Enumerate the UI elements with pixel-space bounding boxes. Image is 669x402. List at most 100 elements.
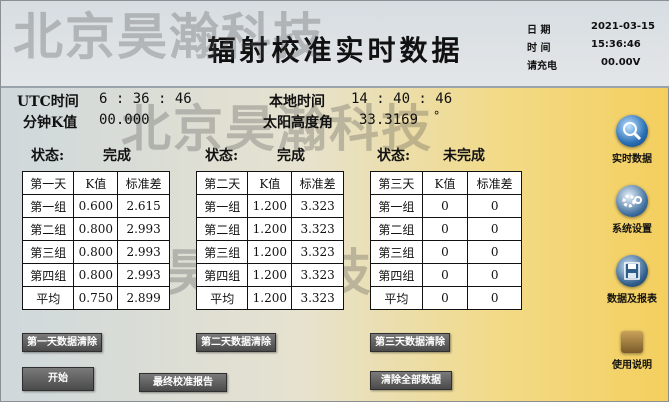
table-cell: 0 <box>467 286 522 310</box>
day3-status-value: 未完成 <box>443 148 485 164</box>
table-cell: 平均 <box>21 286 75 310</box>
table-cell: 0 <box>421 286 469 310</box>
charge-row: 请充电 00.00V <box>527 57 667 73</box>
table-header-cell: 标准差 <box>291 171 344 195</box>
table-header-row: 第一天 K值 标准差 <box>21 171 170 195</box>
sidebar-item-reports[interactable]: 数据及报表 <box>596 255 668 305</box>
table-row: 第一组 1.200 3.323 <box>195 194 344 218</box>
floppy-disk-icon <box>616 255 648 287</box>
sidebar-item-settings[interactable]: 系统设置 <box>596 185 668 235</box>
table-cell: 0 <box>421 194 469 218</box>
day1-status-label: 状态: <box>31 148 65 164</box>
charge-label: 请充电 <box>527 61 557 72</box>
table-cell: 0 <box>421 263 469 287</box>
day1-status-value: 完成 <box>103 148 131 164</box>
sun-altitude-value: 33.3169 <box>359 112 419 128</box>
time-value: 15:36:46 <box>591 39 641 50</box>
date-row: 日 期 2021-03-15 <box>527 21 667 37</box>
start-button[interactable]: 开始 <box>22 367 94 391</box>
table-header-cell: K值 <box>421 171 469 195</box>
table-cell: 0.750 <box>73 286 119 310</box>
clear-day3-button[interactable]: 第三天数据清除 <box>370 333 450 352</box>
table-header-cell: K值 <box>73 171 119 195</box>
table-cell: 1.200 <box>247 286 293 310</box>
table-header-cell: 标准差 <box>467 171 522 195</box>
gear-icon <box>616 185 648 217</box>
local-time-label: 本地时间 <box>269 94 325 110</box>
sidebar-item-label: 系统设置 <box>612 224 652 235</box>
table-row: 第二组 1.200 3.323 <box>195 217 344 241</box>
day2-table: 第二天 K值 标准差 第一组 1.200 3.323 第二组 1.200 3.323 第… <box>195 171 344 310</box>
table-row: 第二组 0 0 <box>370 217 522 241</box>
table-cell: 第三组 <box>370 240 423 264</box>
table-header-cell: K值 <box>247 171 293 195</box>
final-report-button[interactable]: 最终校准报告 <box>139 373 227 392</box>
sidebar-item-label: 实时数据 <box>612 154 652 165</box>
table-cell: 0.800 <box>73 217 119 241</box>
table-row: 第四组 0.800 2.993 <box>21 263 170 287</box>
sidebar-item-help[interactable]: 使用说明 <box>596 331 668 371</box>
table-cell: 第四组 <box>370 263 423 287</box>
table-row: 第三组 1.200 3.323 <box>195 240 344 264</box>
local-time-value: 14 : 40 : 46 <box>351 91 453 107</box>
table-cell: 第二组 <box>370 217 423 241</box>
table-cell: 2.993 <box>117 217 170 241</box>
clear-day2-button[interactable]: 第二天数据清除 <box>196 333 276 352</box>
table-cell: 第三组 <box>21 240 75 264</box>
table-header-cell: 第三天 <box>370 171 423 195</box>
time-label: 时 间 <box>527 43 551 54</box>
table-cell: 第一组 <box>21 194 75 218</box>
table-header-row: 第三天 K值 标准差 <box>370 171 522 195</box>
magnifier-globe-icon <box>616 115 648 147</box>
table-row: 第三组 0 0 <box>370 240 522 264</box>
table-cell: 0.800 <box>73 240 119 264</box>
table-cell: 3.323 <box>291 286 344 310</box>
table-row: 第一组 0 0 <box>370 194 522 218</box>
watermark-text: 北京昊瀚科技 <box>13 8 325 66</box>
table-header-cell: 第一天 <box>21 171 75 195</box>
table-cell: 平均 <box>195 286 249 310</box>
table-cell: 2.993 <box>117 263 170 287</box>
table-cell: 第一组 <box>195 194 249 218</box>
table-cell: 0 <box>467 263 522 287</box>
date-label: 日 期 <box>527 25 551 36</box>
table-row: 平均 0.750 2.899 <box>21 286 170 310</box>
time-row: 时 间 15:36:46 <box>527 39 667 55</box>
table-cell: 0.600 <box>73 194 119 218</box>
table-cell: 1.200 <box>247 263 293 287</box>
clear-all-button[interactable]: 清除全部数据 <box>370 371 452 390</box>
sidebar-item-label: 数据及报表 <box>607 294 657 305</box>
table-cell: 3.323 <box>291 217 344 241</box>
table-cell: 0 <box>467 217 522 241</box>
sidebar-item-label: 使用说明 <box>612 360 652 371</box>
table-cell: 第三组 <box>195 240 249 264</box>
sidebar-item-realtime[interactable]: 实时数据 <box>596 115 668 165</box>
table-cell: 第四组 <box>21 263 75 287</box>
utc-time-value: 6 : 36 : 46 <box>99 91 192 107</box>
table-header-row: 第二天 K值 标准差 <box>195 171 344 195</box>
table-cell: 1.200 <box>247 217 293 241</box>
table-cell: 1.200 <box>247 240 293 264</box>
table-cell: 0 <box>421 217 469 241</box>
table-cell: 0 <box>421 240 469 264</box>
clear-day1-button[interactable]: 第一天数据清除 <box>22 333 102 352</box>
help-book-icon <box>621 331 643 353</box>
date-value: 2021-03-15 <box>591 21 655 32</box>
table-cell: 平均 <box>370 286 423 310</box>
table-header-cell: 标准差 <box>117 171 170 195</box>
table-header-cell: 第二天 <box>195 171 249 195</box>
table-cell: 第二组 <box>195 217 249 241</box>
table-row: 平均 1.200 3.323 <box>195 286 344 310</box>
sun-altitude-label: 太阳高度角 <box>263 115 333 131</box>
day2-status-label: 状态: <box>205 148 239 164</box>
table-cell: 第二组 <box>21 217 75 241</box>
table-cell: 0.800 <box>73 263 119 287</box>
table-row: 第一组 0.600 2.615 <box>21 194 170 218</box>
table-cell: 2.993 <box>117 240 170 264</box>
table-row: 第四组 1.200 3.323 <box>195 263 344 287</box>
sun-altitude-unit: ° <box>433 109 441 123</box>
table-cell: 3.323 <box>291 240 344 264</box>
table-row: 第四组 0 0 <box>370 263 522 287</box>
table-cell: 2.615 <box>117 194 170 218</box>
minute-k-label: 分钟K值 <box>23 115 78 131</box>
